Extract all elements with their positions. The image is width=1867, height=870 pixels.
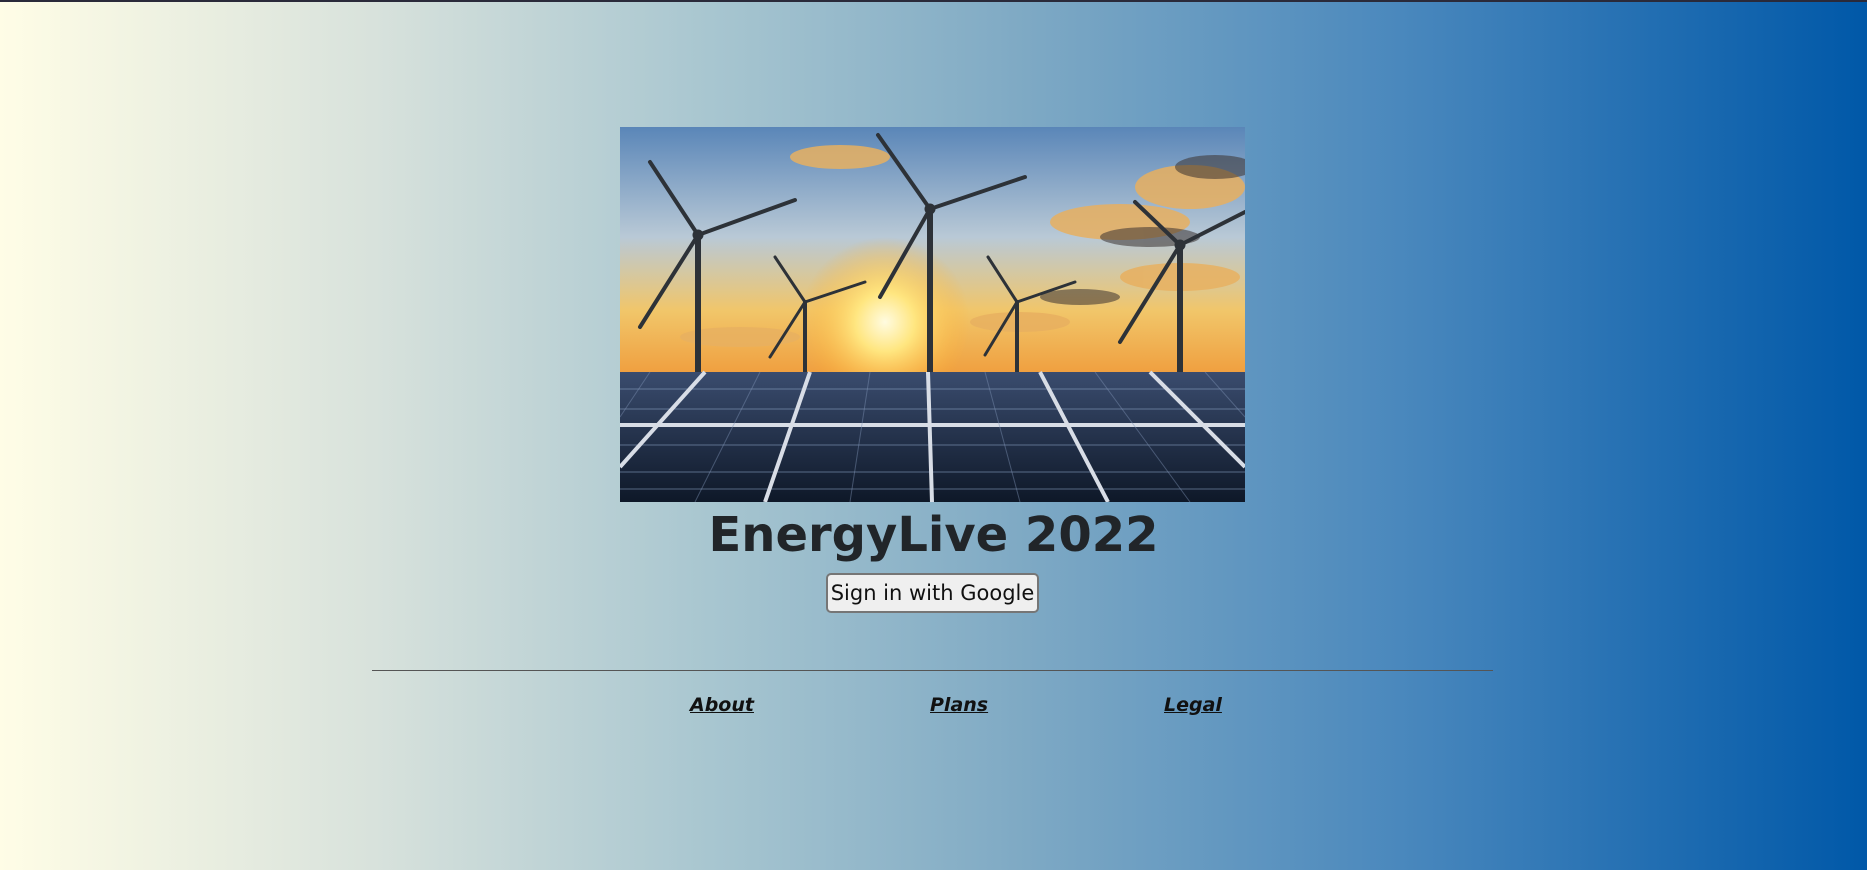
footer-link-about[interactable]: About (690, 692, 754, 718)
top-border (0, 0, 1867, 2)
hero-image (620, 127, 1245, 502)
footer-divider (372, 670, 1493, 671)
sign-in-with-google-button[interactable]: Sign in with Google (826, 573, 1039, 613)
footer-link-plans[interactable]: Plans (930, 692, 988, 718)
wind-solar-illustration (620, 127, 1245, 502)
footer-link-legal[interactable]: Legal (1164, 692, 1222, 718)
page-title: EnergyLive 2022 (708, 507, 1159, 563)
